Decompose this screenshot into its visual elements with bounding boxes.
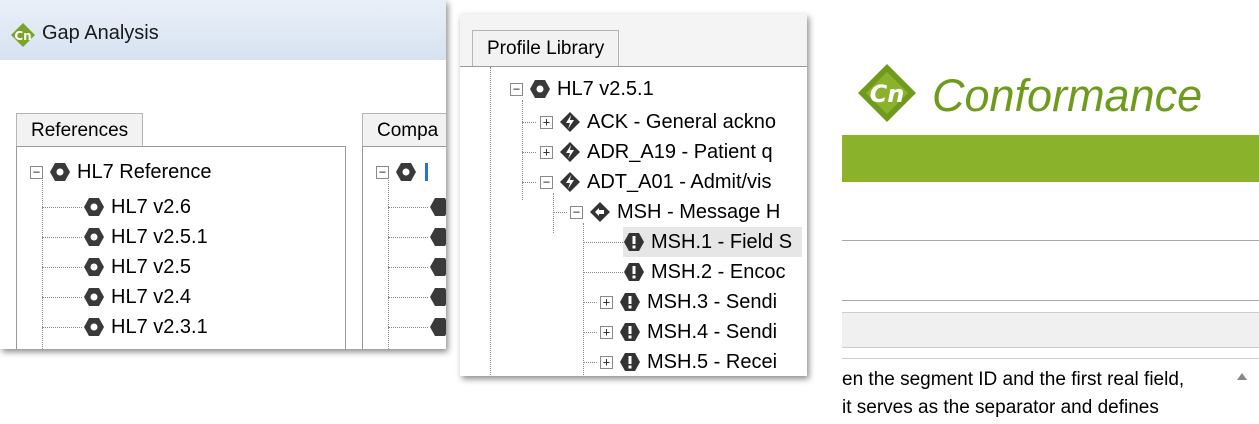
profile-library-window: Profile Library − HL7 v2.5.1 + ACK - Gen…: [460, 14, 807, 376]
description-box: en the segment ID and the first real fie…: [842, 358, 1259, 424]
conformance-header: Cn Conformance: [832, 0, 1259, 135]
expand-icon[interactable]: +: [540, 115, 553, 129]
tree-item-label: HL7 v2.3.1: [111, 315, 208, 338]
field-exclamation-icon: [624, 233, 644, 251]
tree-item-label: MSH.4 - Sendi: [647, 320, 778, 343]
description-line: en the segment ID and the first real fie…: [842, 369, 1185, 390]
tree-item-hl7-reference[interactable]: − HL7 Reference: [30, 157, 212, 187]
hexagon-node-icon: [430, 318, 446, 336]
hexagon-node-icon: [430, 228, 446, 246]
tree-item[interactable]: HL7 v2.5: [83, 252, 191, 282]
hexagon-node-icon: [430, 258, 446, 276]
tree-item-label: HL7 v2.5.1: [557, 77, 654, 100]
hexagon-node-icon: [84, 318, 104, 336]
compare-tree-root[interactable]: −: [376, 157, 428, 187]
hexagon-node-icon: [84, 288, 104, 306]
collapse-icon[interactable]: −: [540, 175, 553, 189]
tree-item-label: MSH.3 - Sendi: [647, 290, 778, 313]
tree-item[interactable]: HL7 v2.4: [83, 282, 191, 312]
expand-icon[interactable]: +: [600, 355, 613, 369]
tab-references[interactable]: References: [16, 113, 144, 147]
tree-item-label: MSH.2 - Encoc: [651, 260, 786, 283]
tab-profile-library[interactable]: Profile Library: [472, 30, 620, 66]
tree-item[interactable]: HL7 v2.6: [83, 192, 191, 222]
hexagon-node-icon: [396, 163, 416, 181]
description-line: it serves as the separator and defines: [842, 397, 1159, 418]
collapse-icon[interactable]: −: [570, 205, 583, 219]
tree-item-label: MSH.1 - Field S: [651, 230, 793, 253]
field-exclamation-icon: [624, 263, 644, 281]
tree-item-hl7-v251[interactable]: − HL7 v2.5.1: [510, 74, 654, 104]
tree-item-ack[interactable]: + ACK - General ackno: [540, 107, 776, 137]
node-label-fragment-icon: [425, 163, 428, 181]
hexagon-node-icon: [84, 198, 104, 216]
tree-item-msh1-selected[interactable]: MSH.1 - Field S: [623, 227, 803, 257]
segment-diamond-icon: [590, 202, 610, 222]
green-bar: [842, 135, 1259, 182]
hexagon-node-icon: [84, 258, 104, 276]
tree-item-label: HL7 v2.6: [111, 195, 192, 218]
field-exclamation-icon: [620, 323, 640, 341]
lightning-diamond-icon: [560, 112, 580, 132]
hexagon-node-icon: [530, 80, 550, 98]
lightning-diamond-icon: [560, 142, 580, 162]
field-exclamation-icon: [620, 293, 640, 311]
profile-tree: − HL7 v2.5.1 + ACK - General ackno + ADR…: [460, 66, 807, 376]
svg-text:Cn: Cn: [14, 29, 31, 43]
lightning-diamond-icon: [560, 172, 580, 192]
collapse-icon[interactable]: −: [510, 82, 523, 96]
tree-item-msh[interactable]: − MSH - Message H: [570, 197, 780, 227]
tree-item-label: HL7 v2.5.1: [111, 225, 208, 248]
tree-item[interactable]: HL7 v2.5.1: [83, 222, 208, 252]
conformance-logo-icon: Cn: [858, 64, 916, 122]
collapse-icon[interactable]: −: [30, 165, 43, 179]
tree-item-label: ADT_A01 - Admit/vis: [587, 170, 772, 193]
expand-icon[interactable]: +: [540, 145, 553, 159]
conformance-window: Cn Conformance en the segment ID and the…: [832, 0, 1259, 424]
compare-tree: −: [362, 146, 446, 349]
field-exclamation-icon: [620, 353, 640, 371]
svg-text:Cn: Cn: [870, 80, 905, 108]
gray-strip: [842, 312, 1259, 348]
tab-compare[interactable]: Compa: [362, 113, 446, 147]
content-divider: [842, 300, 1259, 301]
references-tree: − HL7 Reference HL7 v2.6 HL7 v2.5.1 HL7 …: [16, 146, 346, 349]
scroll-up-icon[interactable]: [1237, 373, 1247, 380]
tree-item-msh4[interactable]: + MSH.4 - Sendi: [600, 317, 777, 347]
hexagon-node-icon: [430, 288, 446, 306]
tree-item-adr-a19[interactable]: + ADR_A19 - Patient q: [540, 137, 773, 167]
expand-icon[interactable]: +: [600, 325, 613, 339]
tree-item-label: MSH.5 - Recei: [647, 350, 778, 373]
title-bar: Cn Gap Analysis: [0, 0, 446, 60]
expand-icon[interactable]: +: [600, 295, 613, 309]
window-title: Gap Analysis: [42, 22, 159, 44]
tree-item-label: ADR_A19 - Patient q: [587, 140, 773, 163]
hexagon-node-icon: [50, 163, 70, 181]
app-logo-icon: Cn: [11, 23, 35, 47]
tree-item-label: HL7 v2.5: [111, 255, 192, 278]
brand-name: Conformance: [932, 70, 1203, 121]
hexagon-node-icon: [430, 198, 446, 216]
tree-item-adt-a01[interactable]: − ADT_A01 - Admit/vis: [540, 167, 772, 197]
hexagon-node-icon: [84, 228, 104, 246]
content-divider: [842, 240, 1259, 241]
tree-item-msh5[interactable]: + MSH.5 - Recei: [600, 347, 777, 376]
tree-item-label: ACK - General ackno: [587, 110, 776, 133]
tree-item-msh2[interactable]: MSH.2 - Encoc: [623, 257, 785, 287]
tree-item-label: HL7 Reference: [77, 160, 212, 183]
tree-item-label: HL7 v2.4: [111, 285, 192, 308]
gap-analysis-window: Cn Gap Analysis References Compa − HL7 R…: [0, 0, 446, 349]
tree-item-label: MSH - Message H: [617, 200, 781, 223]
collapse-icon[interactable]: −: [376, 165, 389, 179]
tree-item[interactable]: HL7 v2.3.1: [83, 312, 208, 342]
tree-item-msh3[interactable]: + MSH.3 - Sendi: [600, 287, 777, 317]
